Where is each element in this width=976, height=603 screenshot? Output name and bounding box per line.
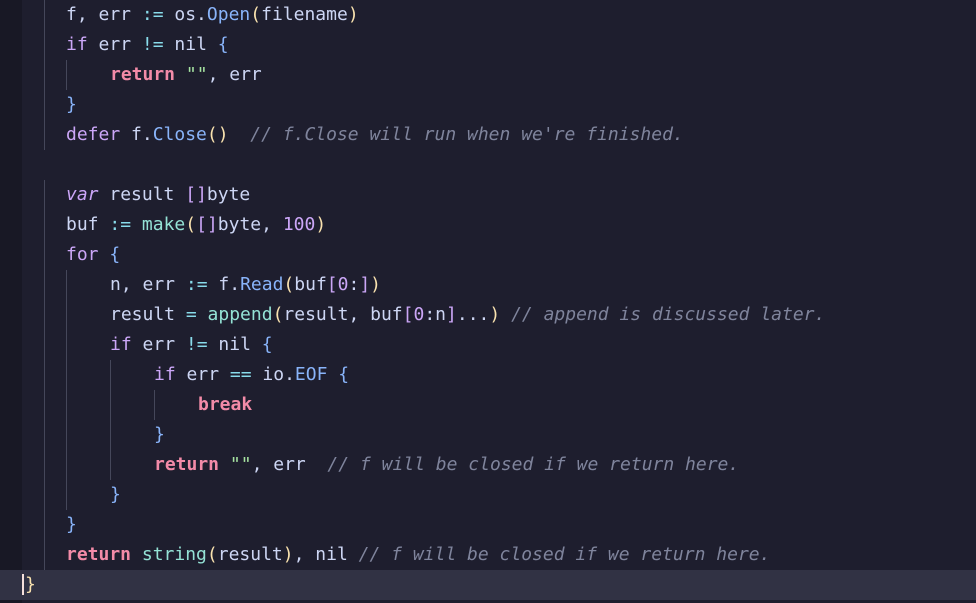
code-line[interactable]: return "", err: [0, 60, 976, 90]
code-text: }: [66, 94, 77, 115]
code-text: return "", err // f will be closed if we…: [154, 454, 740, 475]
indent-guide: [154, 390, 155, 420]
code-text: }: [22, 570, 36, 600]
code-text: if err == io.EOF {: [154, 364, 350, 385]
indent-guide: [44, 240, 45, 270]
code-text: if err != nil {: [110, 334, 273, 355]
indent-guide: [44, 0, 45, 30]
indent-guide: [44, 30, 45, 60]
indent-guide: [66, 330, 67, 360]
code-text: break: [198, 394, 253, 415]
code-text: result = append(result, buf[0:n]...) // …: [110, 304, 826, 325]
indent-guide: [44, 60, 45, 90]
code-text: }: [110, 484, 121, 505]
code-text: if err != nil {: [66, 34, 229, 55]
indent-guide: [44, 330, 45, 360]
code-text: return "", err: [110, 64, 262, 85]
code-line[interactable]: for {: [0, 240, 976, 270]
indent-guide: [44, 120, 45, 150]
code-line[interactable]: [0, 150, 976, 180]
code-text: for {: [66, 244, 121, 265]
code-text: f, err := os.Open(filename): [66, 4, 359, 25]
indent-guide: [110, 420, 111, 450]
indent-guide: [66, 360, 67, 390]
code-line[interactable]: }: [0, 90, 976, 120]
code-line[interactable]: break: [0, 390, 976, 420]
indent-guide: [44, 360, 45, 390]
indent-guide: [110, 390, 111, 420]
indent-guide: [44, 270, 45, 300]
code-line[interactable]: f, err := os.Open(filename): [0, 0, 976, 30]
code-line[interactable]: if err == io.EOF {: [0, 360, 976, 390]
indent-guide: [44, 300, 45, 330]
indent-guide: [44, 90, 45, 120]
code-line[interactable]: result = append(result, buf[0:n]...) // …: [0, 300, 976, 330]
code-line[interactable]: }: [0, 510, 976, 540]
code-line[interactable]: }: [0, 420, 976, 450]
indent-guide: [44, 480, 45, 510]
code-editor[interactable]: f, err := os.Open(filename) if err != nil…: [0, 0, 976, 603]
indent-guide: [66, 480, 67, 510]
indent-guide: [66, 270, 67, 300]
indent-guide: [66, 60, 67, 90]
indent-guide: [66, 450, 67, 480]
code-line[interactable]: }: [0, 570, 976, 600]
indent-guide: [44, 510, 45, 540]
code-line[interactable]: if err != nil {: [0, 30, 976, 60]
code-line[interactable]: if err != nil {: [0, 330, 976, 360]
indent-guide: [44, 450, 45, 480]
indent-guide: [44, 180, 45, 210]
indent-guide: [66, 420, 67, 450]
indent-guide: [66, 390, 67, 420]
code-line[interactable]: var result []byte: [0, 180, 976, 210]
code-line[interactable]: defer f.Close() // f.Close will run when…: [0, 120, 976, 150]
code-text: buf := make([]byte, 100): [66, 214, 327, 235]
indent-guide: [110, 450, 111, 480]
code-line[interactable]: n, err := f.Read(buf[0:]): [0, 270, 976, 300]
code-text: return string(result), nil // f will be …: [66, 544, 771, 565]
code-line[interactable]: return "", err // f will be closed if we…: [0, 450, 976, 480]
code-line[interactable]: return string(result), nil // f will be …: [0, 540, 976, 570]
indent-guide: [44, 210, 45, 240]
indent-guide: [66, 300, 67, 330]
indent-guide: [44, 420, 45, 450]
code-line[interactable]: buf := make([]byte, 100): [0, 210, 976, 240]
code-text: n, err := f.Read(buf[0:]): [110, 274, 381, 295]
indent-guide: [110, 360, 111, 390]
code-text: }: [154, 424, 165, 445]
indent-guide: [44, 540, 45, 570]
code-text: }: [66, 514, 77, 535]
code-text: defer f.Close() // f.Close will run when…: [66, 124, 684, 145]
indent-guide: [44, 390, 45, 420]
code-line[interactable]: }: [0, 480, 976, 510]
code-text: var result []byte: [66, 184, 251, 205]
